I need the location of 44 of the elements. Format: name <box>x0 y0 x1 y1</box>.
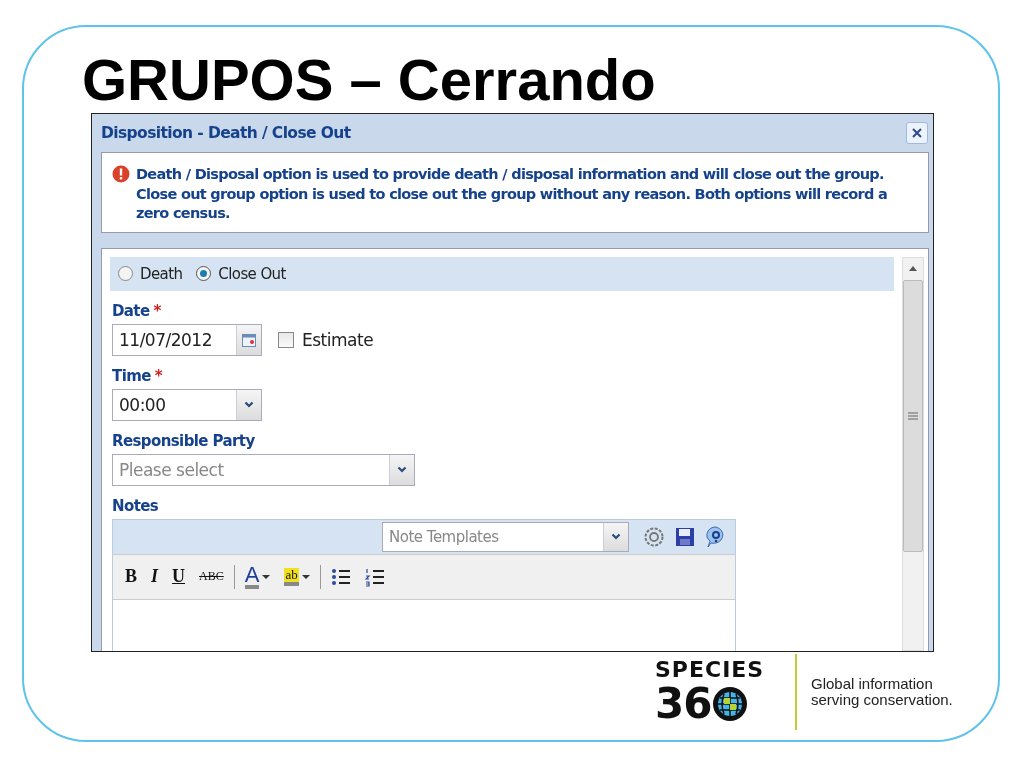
templates-dropdown[interactable]: Note Templates <box>382 521 629 552</box>
radio-button[interactable] <box>196 266 212 281</box>
numbered-list-icon <box>364 566 385 587</box>
error-icon <box>112 165 130 183</box>
caret-icon <box>301 573 310 580</box>
checkbox-label: Estimate <box>302 329 374 350</box>
caret-icon <box>244 401 254 408</box>
scrollbar-thumb[interactable] <box>903 279 923 552</box>
dialog-title: Disposition - Death / Close Out <box>101 124 351 142</box>
required-mark: * <box>153 301 161 320</box>
field-label: Notes <box>112 496 159 515</box>
calendar-icon <box>241 331 257 348</box>
grip-icon <box>908 411 918 420</box>
radio-option[interactable]: Close Out <box>196 264 286 283</box>
caret-icon <box>262 573 271 580</box>
time-dropdown[interactable]: 00:00 <box>112 388 262 421</box>
slide-title: GRUPOS – Cerrando <box>82 47 656 113</box>
info-message: Death / Disposal option is used to provide death / disposal information and will close out the group. Close out group option is used to close out the group without any reason. Both options will record a zero census. <box>136 165 889 223</box>
globe-icon <box>712 686 749 722</box>
radio-button[interactable] <box>118 266 133 281</box>
bullet-list-icon <box>330 566 351 587</box>
highlight-button[interactable]: ab <box>280 565 314 588</box>
logo-number: 36 <box>655 682 712 726</box>
logo-tagline: Global information serving conservation. <box>811 676 954 708</box>
required-mark: * <box>154 366 163 385</box>
close-icon <box>911 127 923 139</box>
estimate-checkbox[interactable] <box>278 331 294 348</box>
party-dropdown[interactable]: Please select <box>112 453 415 486</box>
date-field[interactable]: 11/07/2012 <box>112 323 262 356</box>
font-color-button[interactable]: A <box>240 562 275 591</box>
vertical-scrollbar[interactable] <box>902 256 924 651</box>
strikethrough-button[interactable]: ABC <box>195 567 228 586</box>
logo-wordmark: SPECIES <box>655 658 766 682</box>
bold-button[interactable]: B <box>121 564 141 589</box>
italic-button[interactable]: I <box>147 564 163 589</box>
caret-icon <box>611 533 621 540</box>
field-label: Date <box>112 301 150 320</box>
underline-button[interactable]: U <box>168 564 190 589</box>
field-label: Time <box>112 366 151 385</box>
field-label: Responsible Party <box>112 431 255 450</box>
settings-icon <box>643 525 665 548</box>
caret-icon <box>397 466 407 473</box>
close-button[interactable] <box>906 122 928 144</box>
radio-option[interactable]: Death <box>118 264 183 283</box>
